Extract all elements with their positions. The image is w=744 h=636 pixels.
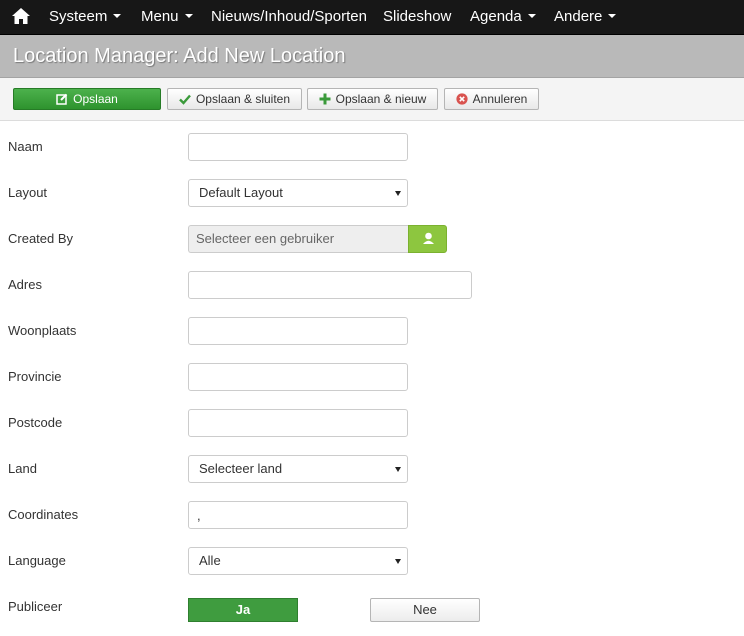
- provincie-label: Provincie: [8, 369, 62, 384]
- dropdown-arrow-icon: [395, 467, 401, 472]
- language-label: Language: [8, 553, 66, 568]
- nav-item-label: Agenda: [470, 8, 522, 25]
- language-select[interactable]: Alle: [188, 547, 408, 575]
- home-icon[interactable]: [11, 7, 31, 25]
- naam-label: Naam: [8, 139, 43, 154]
- save-new-label: Opslaan & nieuw: [335, 92, 427, 106]
- woonplaats-label: Woonplaats: [8, 323, 77, 338]
- nav-item-agenda[interactable]: Agenda: [470, 0, 536, 34]
- adres-label: Adres: [8, 277, 42, 292]
- save-new-button[interactable]: Opslaan & nieuw: [307, 88, 438, 110]
- woonplaats-input[interactable]: [188, 317, 408, 345]
- land-label: Land: [8, 461, 37, 476]
- caret-down-icon: [527, 14, 536, 19]
- publiceer-label: Publiceer: [8, 599, 63, 614]
- select-user-button[interactable]: [408, 225, 447, 253]
- coordinates-label: Coordinates: [8, 507, 79, 522]
- land-selected-value: Selecteer land: [199, 461, 283, 476]
- nav-item-andere[interactable]: Andere: [554, 0, 617, 34]
- nav-item-label: Andere: [554, 8, 603, 25]
- nav-item-label: Nieuws/Inhoud/Sporten: [211, 8, 367, 25]
- created-by-input[interactable]: Selecteer een gebruiker: [188, 225, 408, 253]
- save-button-label: Opslaan: [73, 92, 118, 106]
- top-navbar: Systeem Menu Nieuws/Inhoud/Sporten Slide…: [0, 0, 744, 35]
- toolbar: Opslaan Opslaan & sluiten Opslaan & nieu…: [0, 78, 744, 121]
- save-button[interactable]: Opslaan: [13, 88, 161, 110]
- layout-selected-value: Default Layout: [199, 185, 283, 200]
- caret-down-icon: [184, 14, 193, 19]
- cancel-button[interactable]: Annuleren: [444, 88, 539, 110]
- layout-select[interactable]: Default Layout: [188, 179, 408, 207]
- plus-icon: [319, 93, 331, 105]
- land-select[interactable]: Selecteer land: [188, 455, 408, 483]
- publiceer-yes-button[interactable]: Ja: [188, 598, 298, 622]
- layout-label: Layout: [8, 185, 48, 200]
- created-by-label: Created By: [8, 231, 74, 246]
- check-icon: [179, 94, 191, 105]
- publiceer-no-button[interactable]: Nee: [370, 598, 480, 622]
- nav-item-label: Slideshow: [383, 8, 452, 25]
- title-bar: Location Manager: Add New Location: [0, 35, 744, 78]
- nav-item-slideshow[interactable]: Slideshow: [383, 0, 451, 34]
- save-close-label: Opslaan & sluiten: [195, 92, 291, 106]
- language-selected-value: Alle: [199, 553, 221, 568]
- caret-down-icon: [113, 14, 122, 19]
- nav-item-label: Systeem: [49, 8, 108, 25]
- nav-item-label: Menu: [141, 8, 179, 25]
- caret-down-icon: [608, 14, 617, 19]
- page-title: Location Manager: Add New Location: [13, 45, 346, 67]
- postcode-input[interactable]: [188, 409, 408, 437]
- nav-item-systeem[interactable]: Systeem: [49, 0, 122, 34]
- adres-input[interactable]: [188, 271, 472, 299]
- nav-item-menu[interactable]: Menu: [141, 0, 193, 34]
- cancel-circle-icon: [456, 93, 468, 105]
- edit-icon: [56, 93, 68, 105]
- coordinates-input[interactable]: [188, 501, 408, 529]
- dropdown-arrow-icon: [395, 191, 401, 196]
- cancel-label: Annuleren: [472, 92, 528, 106]
- naam-input[interactable]: [188, 133, 408, 161]
- nav-item-nieuws[interactable]: Nieuws/Inhoud/Sporten: [211, 0, 367, 34]
- save-close-button[interactable]: Opslaan & sluiten: [167, 88, 302, 110]
- user-icon: [423, 232, 434, 244]
- postcode-label: Postcode: [8, 415, 63, 430]
- dropdown-arrow-icon: [395, 559, 401, 564]
- provincie-input[interactable]: [188, 363, 408, 391]
